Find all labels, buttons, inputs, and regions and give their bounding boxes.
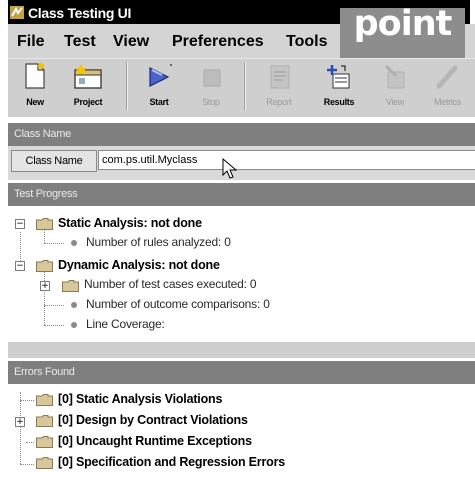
view-icon — [384, 64, 405, 89]
tree-line — [20, 400, 34, 401]
expand-toggle[interactable]: + — [40, 281, 50, 291]
line-coverage-item: Line Coverage: — [86, 317, 165, 331]
overlay-label: point — [353, 4, 453, 44]
leaf-bullet-icon — [71, 240, 77, 246]
report-button: Report — [252, 59, 306, 114]
collapse-toggle[interactable]: − — [15, 261, 25, 271]
outcome-comparisons-item: Number of outcome comparisons: 0 — [86, 297, 270, 311]
folder-icon — [36, 260, 53, 272]
start-button-label: Start — [149, 97, 169, 107]
new-button[interactable]: New — [12, 59, 58, 114]
metrics-button: Metrics — [420, 59, 475, 114]
folder-icon — [36, 436, 53, 448]
class-name-section-title: Class Name — [14, 128, 71, 140]
folder-icon — [36, 394, 53, 406]
mouse-cursor-icon — [222, 158, 238, 179]
new-document-icon — [25, 63, 45, 89]
tree-line — [44, 272, 45, 325]
tree-line — [44, 325, 64, 326]
panel-divider — [8, 342, 475, 358]
tree-line — [44, 305, 64, 306]
view-button-label: View — [385, 97, 405, 107]
class-name-section-header: Class Name — [8, 123, 475, 146]
report-icon — [270, 65, 290, 89]
menu-view[interactable]: View — [113, 33, 149, 51]
rules-analyzed-item: Number of rules analyzed: 0 — [86, 235, 231, 249]
folder-icon — [36, 457, 53, 469]
toolbar-separator — [126, 62, 128, 110]
project-icon — [74, 64, 102, 89]
tree-line — [26, 442, 34, 443]
menu-test[interactable]: Test — [64, 33, 96, 51]
dynamic-analysis-node[interactable]: Dynamic Analysis: not done — [58, 258, 220, 272]
errors-found-section-header: Errors Found — [8, 361, 475, 384]
tree-line — [20, 464, 34, 465]
menu-preferences[interactable]: Preferences — [172, 33, 264, 51]
class-name-label: Class Name — [11, 150, 97, 172]
stop-button: Stop — [186, 59, 236, 114]
view-button: View — [370, 59, 420, 114]
menu-file[interactable]: File — [17, 33, 45, 51]
static-analysis-violations-node[interactable]: [0] Static Analysis Violations — [58, 392, 222, 406]
stop-button-label: Stop — [202, 97, 220, 107]
app-icon — [10, 6, 24, 19]
static-analysis-node[interactable]: Static Analysis: not done — [58, 216, 202, 230]
new-button-label: New — [26, 97, 44, 107]
tree-line — [44, 230, 45, 243]
results-icon — [327, 65, 350, 89]
toolbar-separator — [244, 62, 246, 110]
report-button-label: Report — [266, 97, 292, 107]
metrics-icon — [436, 65, 457, 89]
test-progress-section-title: Test Progress — [14, 188, 78, 200]
folder-icon — [62, 280, 79, 292]
play-icon — [149, 64, 172, 87]
leaf-bullet-icon — [71, 302, 77, 308]
uncaught-runtime-exceptions-node[interactable]: [0] Uncaught Runtime Exceptions — [58, 434, 252, 448]
design-by-contract-violations-node[interactable]: [0] Design by Contract Violations — [58, 413, 248, 427]
expand-toggle[interactable]: + — [15, 417, 25, 427]
stop-icon — [203, 69, 221, 87]
specification-regression-errors-node[interactable]: [0] Specification and Regression Errors — [58, 455, 285, 469]
folder-icon — [36, 218, 53, 230]
menu-tools[interactable]: Tools — [286, 33, 327, 51]
project-button-label: Project — [73, 97, 103, 107]
tree-line — [44, 243, 64, 244]
metrics-button-label: Metrics — [434, 97, 461, 107]
class-name-input[interactable] — [98, 150, 475, 170]
project-button[interactable]: Project — [60, 59, 116, 114]
window-title: Class Testing UI — [28, 5, 132, 21]
results-button-label: Results — [323, 97, 355, 107]
folder-icon — [36, 415, 53, 427]
test-cases-executed-node[interactable]: Number of test cases executed: 0 — [84, 277, 257, 291]
results-button[interactable]: Results — [312, 59, 366, 114]
tree-line — [20, 392, 21, 464]
test-progress-section-header: Test Progress — [8, 183, 475, 206]
start-button[interactable]: Start — [134, 59, 184, 114]
collapse-toggle[interactable]: − — [15, 219, 25, 229]
leaf-bullet-icon — [71, 322, 77, 328]
errors-found-section-title: Errors Found — [14, 366, 75, 378]
